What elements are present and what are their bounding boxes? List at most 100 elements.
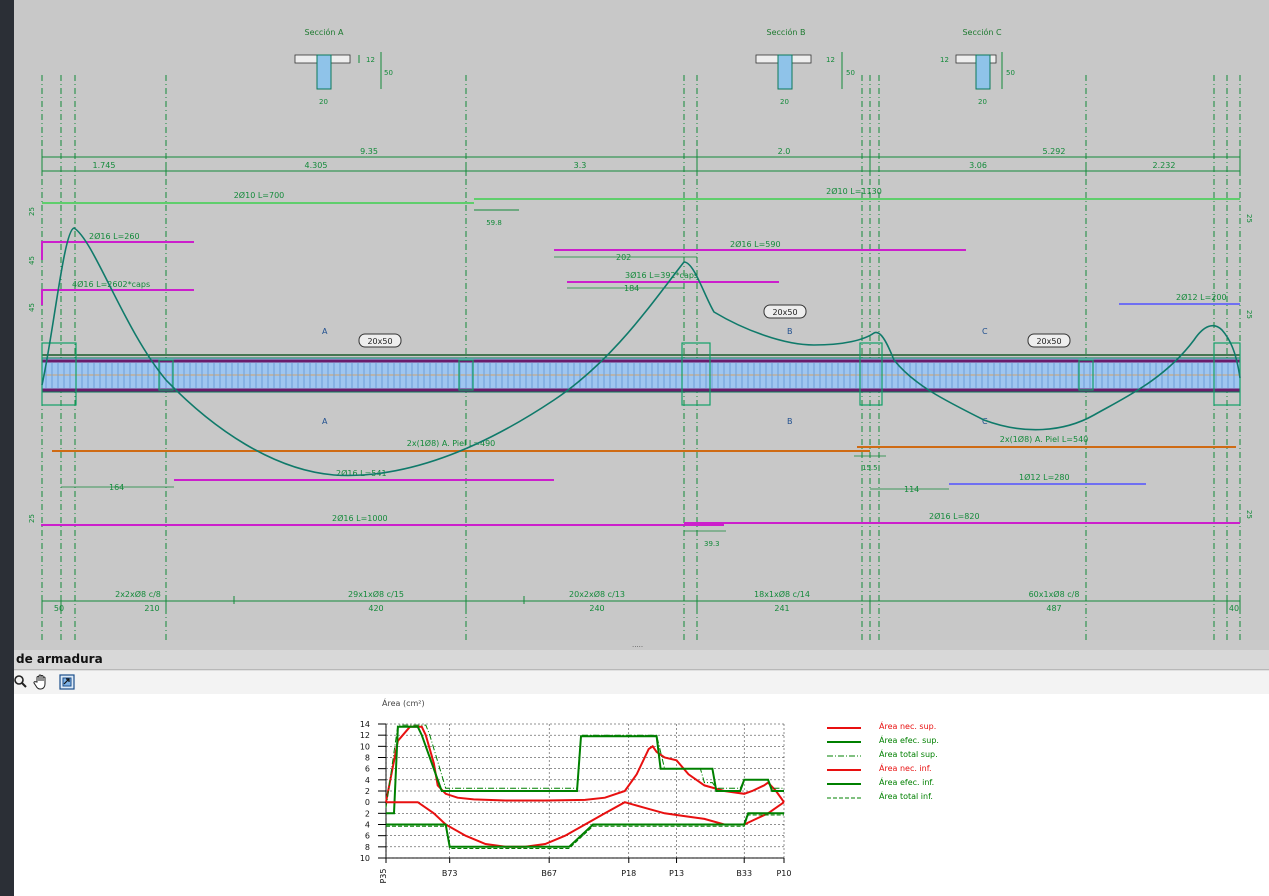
side-25-c: 25 <box>1245 214 1253 223</box>
side-25-d: 25 <box>1245 310 1253 319</box>
fit-icon[interactable] <box>58 673 76 691</box>
series-line-3 <box>385 724 784 808</box>
legend-swatch <box>827 769 861 771</box>
rebar-neg-1: 2Ø16 L=260 <box>89 231 140 241</box>
beam-size-3: 20x50 <box>1036 337 1061 346</box>
section-a-dim-12: 12 <box>366 56 375 64</box>
area-chart[interactable]: Área (cm²) 14 12 10 8 6 4 2 0 2 4 6 8 10 P35 B73 B67 P18 P… <box>334 694 804 896</box>
legend-label: Área total inf. <box>879 792 933 801</box>
zoom-icon[interactable] <box>14 673 32 691</box>
legend-swatch <box>827 741 861 743</box>
section-b-dim-50: 50 <box>846 69 855 77</box>
legend-swatch <box>827 727 861 729</box>
y-tick-label: 8 <box>365 843 370 852</box>
legend-item: Área total sup. <box>827 750 1027 764</box>
rebar-ext-393: 39.3 <box>704 540 720 548</box>
rebar-top-long-1: 2Ø10 L=700 <box>234 190 285 200</box>
cut-b-bottom: B <box>787 417 793 426</box>
section-c-dim-20: 20 <box>978 98 987 106</box>
x-tick-label: P35 <box>379 868 388 883</box>
rebar-dim-184: 184 <box>624 284 639 293</box>
dim-4: 3.06 <box>969 161 987 170</box>
legend-label: Área total sup. <box>879 750 938 759</box>
dim-3: 3.3 <box>574 161 587 170</box>
legend-item: Área efec. inf. <box>827 778 1027 792</box>
rebar-neg-3: 2Ø16 L=590 <box>730 239 781 249</box>
legend-label: Área efec. sup. <box>879 736 939 745</box>
x-tick-label: B73 <box>442 869 458 878</box>
section-a-dim-50: 50 <box>384 69 393 77</box>
stirrup-len-2: 210 <box>144 604 159 613</box>
stirrup-5: 60x1xØ8 c/8 <box>1029 589 1080 599</box>
stirrup-1: 2x2xØ8 c/8 <box>115 589 161 599</box>
side-25-e: 25 <box>1245 510 1253 519</box>
rebar-neg-4: 3Ø16 L=392*caps <box>625 270 698 280</box>
rebar-top-long-2: 2Ø10 L=1130 <box>826 186 882 196</box>
section-a-dim-20: 20 <box>319 98 328 106</box>
x-tick-label: P13 <box>669 869 684 878</box>
stirrup-len-7: 40 <box>1229 604 1239 613</box>
y-tick-label: 12 <box>360 731 370 740</box>
y-tick-label: 6 <box>365 765 370 774</box>
y-tick-label: 8 <box>365 754 370 763</box>
side-45-a: 45 <box>28 256 36 265</box>
stirrup-len-6: 487 <box>1046 604 1061 613</box>
legend-item: Área nec. inf. <box>827 764 1027 778</box>
y-tick-label: 2 <box>365 787 370 796</box>
rebar-dim-164: 164 <box>109 483 124 492</box>
beam-reinforcement-drawing[interactable]: Sección A 12 50 20 Sección B 12 50 20 Se… <box>14 0 1269 640</box>
panel-toolbar <box>14 670 1269 695</box>
legend-label: Área nec. sup. <box>879 722 937 731</box>
dim-total-3: 5.292 <box>1043 147 1066 156</box>
x-tick-label: B33 <box>736 869 752 878</box>
legend-label: Área efec. inf. <box>879 778 935 787</box>
section-b-dim-12: 12 <box>826 56 835 64</box>
rebar-dim-114: 114 <box>904 485 919 494</box>
stirrup-len-1: 50 <box>54 604 64 613</box>
stirrup-4: 18x1xØ8 c/14 <box>754 589 810 599</box>
cut-a-bottom: A <box>322 417 328 426</box>
section-c-dim-50: 50 <box>1006 69 1015 77</box>
series-line-5 <box>386 812 784 848</box>
stirrup-len-4: 240 <box>589 604 604 613</box>
rebar-skin-1: 2x(1Ø8) A. Piel L=490 <box>407 438 496 448</box>
dim-total-1: 9.35 <box>360 147 378 156</box>
stirrup-3: 20x2xØ8 c/13 <box>569 589 625 599</box>
beam-size-2: 20x50 <box>772 308 797 317</box>
legend-item: Área efec. sup. <box>827 736 1027 750</box>
rebar-skin-2: 2x(1Ø8) A. Piel L=540 <box>1000 434 1089 444</box>
rebar-bot-long-1: 2Ø16 L=1000 <box>332 513 388 523</box>
rebar-ext-155: 15.5 <box>862 464 878 472</box>
legend-item: Área nec. sup. <box>827 722 1027 736</box>
x-tick-label: B67 <box>541 869 557 878</box>
panel-splitter[interactable]: ..... <box>14 640 1269 650</box>
panel-title: de armadura <box>16 652 103 666</box>
chart-y-label: Área (cm²) <box>382 697 425 708</box>
dim-2: 4.305 <box>305 161 328 170</box>
app-window: Sección A 12 50 20 Sección B 12 50 20 Se… <box>14 0 1269 896</box>
stirrup-len-3: 420 <box>368 604 383 613</box>
dim-1: 1.745 <box>93 161 116 170</box>
splitter-grip[interactable]: ..... <box>632 641 643 649</box>
side-45-b: 45 <box>28 303 36 312</box>
rebar-bot-2: 1Ø12 L=280 <box>1019 472 1070 482</box>
y-tick-label: 10 <box>360 854 370 863</box>
cut-a-top: A <box>322 327 328 336</box>
y-tick-label: 4 <box>365 821 370 830</box>
y-tick-label: 6 <box>365 832 370 841</box>
y-tick-label: 2 <box>365 809 370 818</box>
y-tick-label: 4 <box>365 776 370 785</box>
reinforcement-chart-panel: Área (cm²) 14 12 10 8 6 4 2 0 2 4 6 8 10 P35 B73 B67 P18 P… <box>14 694 1269 896</box>
hand-icon[interactable] <box>32 673 50 691</box>
dim-total-2: 2.0 <box>778 147 791 156</box>
x-tick-label: P18 <box>621 869 636 878</box>
panel-title-bar: de armadura <box>14 650 1269 670</box>
stirrup-len-5: 241 <box>774 604 789 613</box>
beam-size-1: 20x50 <box>367 337 392 346</box>
legend-swatch <box>827 797 861 799</box>
rebar-neg-5: 2Ø12 L=200 <box>1176 292 1227 302</box>
y-tick-label: 0 <box>365 798 370 807</box>
cut-b-top: B <box>787 327 793 336</box>
section-b-title: Sección B <box>766 27 805 37</box>
section-b-dim-20: 20 <box>780 98 789 106</box>
